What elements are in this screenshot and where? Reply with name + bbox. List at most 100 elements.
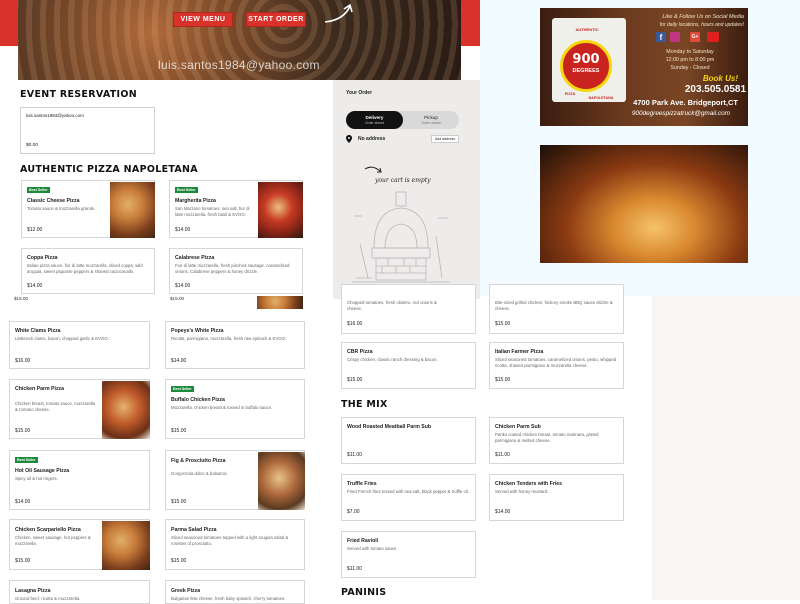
item-desc: Fried French fries tossed with sea salt,…: [347, 489, 469, 494]
item-photo: [110, 182, 155, 238]
item-name: Chicken Parm Sub: [495, 424, 541, 430]
pickup-sub: Order ahead: [421, 121, 441, 125]
item-price: $15.00: [495, 377, 511, 383]
item-name: Calabrese Pizza: [175, 255, 215, 261]
menu-card[interactable]: Greek Pizza Bulgarian feta cheese, fresh…: [165, 580, 305, 604]
facebook-icon[interactable]: f: [656, 32, 666, 42]
menu-card[interactable]: Fried Ravioli Served with tomato sauce. …: [341, 531, 476, 578]
pickup-tab[interactable]: Pickup Order ahead: [403, 111, 459, 129]
item-desc: Chopped tomatoes, fresh cilantro, red on…: [347, 300, 437, 311]
item-name: Popeye's White Pizza: [171, 328, 224, 334]
item-desc: Served with tomato sauce.: [347, 546, 398, 551]
empty-cart-label: your cart is empty: [375, 177, 431, 184]
item-desc: Bulgarian feta cheese, fresh baby spinac…: [171, 596, 286, 601]
best-seller-badge: Best Seller: [175, 187, 198, 193]
item-price: $15.00: [495, 321, 511, 327]
item-desc: Italian pizza sauce, fior di latte mozza…: [27, 263, 143, 274]
menu-card[interactable]: Chicken Tenders with Fries Served with h…: [489, 474, 624, 521]
best-seller-badge: Best Seller: [171, 386, 194, 392]
item-name: Chicken Parm Pizza: [15, 386, 65, 392]
menu-card[interactable]: Chicken Scarpariello Pizza Chicken, swee…: [9, 519, 150, 570]
item-name: Italian Farmer Pizza: [495, 349, 544, 355]
event-reservation-card[interactable]: luis.santos1984@yahoo.com $0.00: [20, 107, 155, 154]
item-desc: San Marzano tomatoes, sea salt, fior di …: [175, 206, 250, 217]
pizza-oven-illustration-icon: [352, 191, 450, 283]
logo-number: 900: [572, 52, 600, 67]
item-desc: Ground beef, ricotta & mozzarella.: [15, 596, 81, 601]
delivery-tab[interactable]: Delivery Order ahead: [346, 111, 403, 129]
menu-card[interactable]: Best Seller Hot Oil Sausage Pizza Spicy …: [9, 450, 150, 510]
reservation-email: luis.santos1984@yahoo.com: [26, 113, 84, 118]
hours-line-3: Sunday - Closed: [670, 65, 710, 71]
google-plus-icon[interactable]: G+: [690, 32, 700, 42]
best-seller-badge: Best Seller: [15, 457, 38, 463]
delivery-sub: Order ahead: [364, 121, 385, 125]
item-name: Hot Oil Sausage Pizza: [15, 468, 70, 474]
item-name: Chicken Tenders with Fries: [495, 481, 563, 487]
ad-follow-text: Like & Follow Us on Social Media: [662, 14, 744, 20]
reservation-price: $0.00: [26, 143, 39, 148]
order-title: Your Order: [346, 90, 373, 96]
menu-card[interactable]: Fig & Prosciutto Pizza Gorgonzola dolce …: [165, 450, 305, 510]
napoletana-title: AUTHENTIC PIZZA NAPOLETANA: [20, 164, 198, 175]
item-name: Fried Ravioli: [347, 538, 379, 544]
item-photo: [102, 521, 150, 570]
menu-card[interactable]: CBR Pizza Crispy chicken, classic ranch …: [341, 342, 476, 389]
paninis-title: PANINIS: [341, 587, 387, 598]
youtube-icon[interactable]: [707, 32, 719, 42]
item-desc: Mozzarella, chicken breast & tossed in b…: [171, 405, 273, 410]
item-desc: Panko coated chicken breast, tomato mari…: [495, 432, 599, 443]
menu-card[interactable]: Popeye's White Pizza Ricotta, parmigiano…: [165, 321, 305, 369]
start-order-button[interactable]: START ORDER: [246, 12, 306, 27]
menu-card[interactable]: Best Seller Margherita Pizza San Marzano…: [169, 180, 303, 238]
ad-phone: 203.505.0581: [684, 84, 746, 95]
best-seller-badge: Best Seller: [27, 187, 50, 193]
menu-card[interactable]: Parma Salad Pizza Sliced seasoned tomato…: [165, 519, 305, 570]
item-name: Lasagna Pizza: [15, 588, 51, 594]
menu-card[interactable]: White Clams Pizza Littleneck clams, baco…: [9, 321, 150, 369]
item-desc: Sliced seasoned tomatoes, caramelized on…: [495, 357, 617, 368]
menu-card[interactable]: Best Seller Classic Cheese Pizza Tomato …: [21, 180, 155, 238]
menu-card[interactable]: Calabrese Pizza Fior di latte mozzarella…: [169, 248, 303, 294]
item-name: Wood Roasted Meatball Parm Sub: [347, 424, 432, 430]
item-photo: [258, 182, 303, 238]
item-desc: Crispy chicken, classic ranch dressing &…: [347, 357, 438, 362]
item-name: Truffle Fries: [347, 481, 377, 487]
book-us-text: Book Us!: [702, 74, 738, 83]
arrow-doodle-icon: [364, 166, 382, 173]
menu-card[interactable]: Chicken Parm Pizza Chicken breast, tomat…: [9, 379, 150, 439]
item-price: $7.00: [347, 509, 360, 515]
menu-card[interactable]: Italian Farmer Pizza Sliced seasoned tom…: [489, 342, 624, 389]
item-name: White Clams Pizza: [15, 328, 61, 334]
menu-card[interactable]: Bite-sized grilled chicken, hickory smok…: [489, 284, 624, 334]
hours-line-1: Monday to Saturday: [666, 49, 714, 55]
menu-card[interactable]: Coppa Pizza Italian pizza sauce, fior di…: [21, 248, 155, 294]
add-address-button[interactable]: Add address: [431, 135, 459, 143]
logo-ring-top: AUTHENTIC: [575, 27, 599, 32]
arrow-doodle-icon: [324, 3, 353, 23]
menu-card[interactable]: Truffle Fries Fried French fries tossed …: [341, 474, 476, 521]
menu-card[interactable]: Chopped tomatoes, fresh cilantro, red on…: [341, 284, 476, 334]
item-price: $14.00: [15, 499, 31, 505]
item-desc: Spicy oil & hot ringers.: [15, 476, 58, 481]
item-price: $14.00: [171, 358, 187, 364]
item-desc: Fior di latte mozzarella, fresh pinched …: [175, 263, 290, 274]
menu-card[interactable]: Lasagna Pizza Ground beef, ricotta & moz…: [9, 580, 150, 604]
view-menu-button[interactable]: VIEW MENU: [173, 12, 233, 27]
menu-card[interactable]: Best Seller Buffalo Chicken Pizza Mozzar…: [165, 379, 305, 439]
item-desc: Littleneck clams, bacon, chopped garlic …: [15, 336, 109, 341]
delivery-label: Delivery: [365, 115, 384, 120]
item-name: Fig & Prosciutto Pizza: [171, 458, 226, 464]
item-photo-partial: [257, 296, 303, 309]
wood-oven-pizza-photo: [540, 145, 748, 263]
menu-card[interactable]: Wood Roasted Meatball Parm Sub $11.00: [341, 417, 476, 464]
item-photo: [258, 452, 305, 510]
item-price: $15.00: [171, 428, 187, 434]
menu-card[interactable]: Chicken Parm Sub Panko coated chicken br…: [489, 417, 624, 464]
item-photo: [102, 381, 150, 439]
item-name: Chicken Scarpariello Pizza: [15, 527, 81, 533]
item-desc: Bite-sized grilled chicken, hickory smok…: [495, 300, 613, 311]
logo-ring-bottom: NAPOLETANA: [588, 96, 614, 100]
item-desc: Chicken, sweet sausage, hot peppers & mo…: [15, 535, 91, 546]
instagram-icon[interactable]: [670, 32, 680, 42]
